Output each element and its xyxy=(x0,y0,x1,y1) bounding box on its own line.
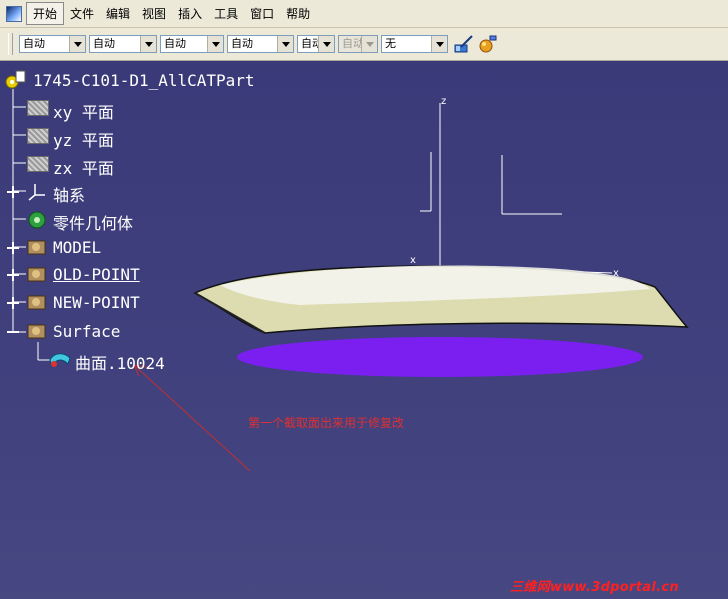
3d-viewport[interactable]: 1745-C101-D1_AllCATPart xy 平面 yz 平面 zx 平… xyxy=(0,61,728,599)
expand-plus-icon[interactable] xyxy=(5,240,21,256)
watermark-logo: 三维网www.3dportal.cn xyxy=(510,580,679,595)
geometrical-set-icon[interactable] xyxy=(26,264,48,284)
chevron-down-icon xyxy=(140,36,156,52)
tree-item-part-body[interactable]: 零件几何体 xyxy=(53,210,133,234)
apply-material-icon[interactable] xyxy=(477,33,499,55)
annotation-arrow xyxy=(133,364,251,472)
surface-icon[interactable] xyxy=(48,350,72,370)
geometrical-set-icon[interactable] xyxy=(26,237,48,257)
app-logo-icon[interactable] xyxy=(6,5,22,22)
chevron-down-icon xyxy=(207,36,223,52)
tree-item-model[interactable]: MODEL xyxy=(53,238,101,257)
chevron-down-icon xyxy=(431,36,447,52)
collapse-minus-icon[interactable] xyxy=(5,324,21,340)
menu-insert[interactable]: 插入 xyxy=(172,3,208,24)
expand-plus-icon[interactable] xyxy=(5,295,21,311)
point-symbol-dropdown[interactable]: 自动 xyxy=(297,35,335,53)
color-dropdown[interactable]: 自动 xyxy=(19,35,86,53)
chevron-down-icon xyxy=(318,36,334,52)
menu-bar: 开始 文件 编辑 视图 插入 工具 窗口 帮助 xyxy=(0,0,728,28)
menu-start[interactable]: 开始 xyxy=(26,2,65,25)
rendering-style-dropdown: 自动 xyxy=(338,35,378,53)
expand-plus-icon[interactable] xyxy=(5,184,21,200)
menu-edit[interactable]: 编辑 xyxy=(100,3,136,24)
axis-triad xyxy=(411,103,613,274)
expand-plus-icon[interactable] xyxy=(5,267,21,283)
axis-z-label: z xyxy=(441,96,447,107)
tree-item-axis-system[interactable]: 轴系 xyxy=(53,182,85,206)
menu-file[interactable]: 文件 xyxy=(64,3,100,24)
tree-item-yz-plane[interactable]: yz 平面 xyxy=(53,127,114,151)
menu-tools[interactable]: 工具 xyxy=(208,3,244,24)
menu-view[interactable]: 视图 xyxy=(136,3,172,24)
tree-item-old-point[interactable]: OLD-POINT xyxy=(53,265,140,284)
line-type-dropdown[interactable]: 自动 xyxy=(227,35,294,53)
plane-icon[interactable] xyxy=(27,128,49,144)
projection-ellipse[interactable] xyxy=(237,337,643,377)
chevron-down-icon xyxy=(361,36,377,52)
tree-item-surface-10024[interactable]: 曲面.10024 xyxy=(75,350,165,374)
part-icon[interactable] xyxy=(4,70,26,90)
tree-item-surface[interactable]: Surface xyxy=(53,322,120,341)
tree-root-label[interactable]: 1745-C101-D1_AllCATPart xyxy=(33,71,255,90)
chevron-down-icon xyxy=(277,36,293,52)
annotation-note: 第一个截取面出来用于修复改 xyxy=(248,416,405,430)
geometrical-set-icon[interactable] xyxy=(26,321,48,341)
graphic-properties-toolbar: 自动 自动 自动 自动 自动 自动 无 xyxy=(0,28,728,61)
plane-icon[interactable] xyxy=(27,100,49,116)
menu-window[interactable]: 窗口 xyxy=(244,3,280,24)
plane-icon[interactable] xyxy=(27,156,49,172)
tree-item-xy-plane[interactable]: xy 平面 xyxy=(53,99,114,123)
part-body-icon[interactable] xyxy=(27,210,47,230)
menu-help[interactable]: 帮助 xyxy=(280,3,316,24)
toolbar-grip[interactable] xyxy=(8,33,13,55)
tree-item-zx-plane[interactable]: zx 平面 xyxy=(53,155,114,179)
painter-brush-icon[interactable] xyxy=(453,33,475,55)
axis-x-label: x xyxy=(613,268,619,279)
geometrical-set-icon[interactable] xyxy=(26,292,48,312)
layer-dropdown[interactable]: 无 xyxy=(381,35,448,53)
tree-item-new-point[interactable]: NEW-POINT xyxy=(53,293,140,312)
axis-system-icon[interactable] xyxy=(27,182,47,202)
chevron-down-icon xyxy=(69,36,85,52)
axis-x-label: x xyxy=(410,255,416,266)
line-thickness-dropdown[interactable]: 自动 xyxy=(160,35,224,53)
transparency-dropdown[interactable]: 自动 xyxy=(89,35,157,53)
